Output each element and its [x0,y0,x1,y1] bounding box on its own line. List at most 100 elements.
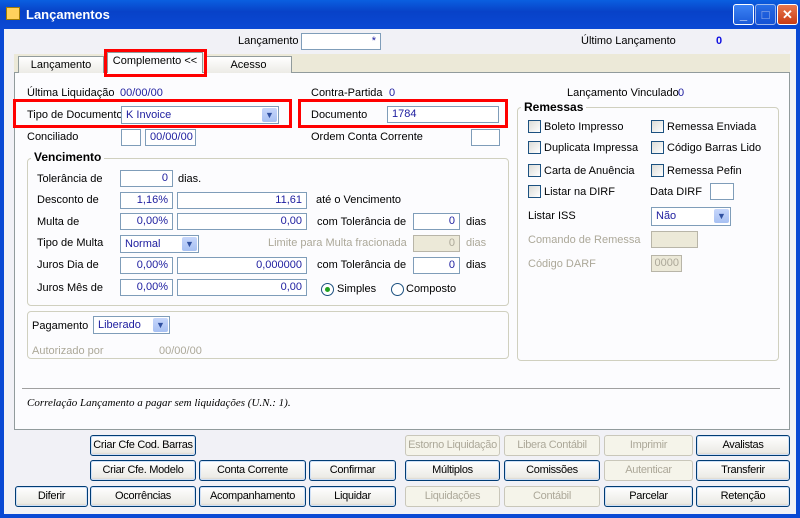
lancamento-vinculado-label: Lançamento Vinculado [567,87,679,99]
acompanhamento-button[interactable]: Acompanhamento [199,486,306,507]
simples-radio[interactable] [321,283,334,296]
tolerancia-label: Tolerância de [37,173,103,185]
juros-mes-value-input[interactable]: 0,00 [177,279,307,296]
tipo-documento-select[interactable]: K Invoice ▼ [121,106,279,124]
boleto-impresso-label: Boleto Impresso [544,121,624,133]
maximize-button[interactable]: □ [755,4,776,25]
retencao-button[interactable]: Retenção [696,486,790,507]
dias-label: dias. [178,173,202,185]
conta-corrente-button[interactable]: Conta Corrente [199,460,306,481]
limite-label: Limite para Multa fracionada [268,237,407,249]
conciliado-input[interactable] [121,129,141,146]
carta-de-anuencia-label: Carta de Anuência [544,165,635,177]
composto-radio[interactable] [391,283,404,296]
tipo-documento-label: Tipo de Documento [27,109,123,121]
ocorrencias-button[interactable]: Ocorrências [90,486,196,507]
multa-value-input[interactable]: 0,00 [177,213,307,230]
remessa-enviada-label: Remessa Enviada [667,121,757,133]
minimize-button[interactable]: _ [733,4,754,25]
codigo-barras-lido-label: Código Barras Lido [667,142,762,154]
multiplos-button[interactable]: Múltiplos [405,460,500,481]
juros-mes-pct-input[interactable]: 0,00% [120,279,173,296]
dias-label: dias [466,216,487,228]
divider [22,388,780,389]
codigo-darf-input: 0000 [651,255,682,272]
avalistas-button[interactable]: Avalistas [696,435,790,456]
juros-tolerancia-input[interactable]: 0 [413,257,460,274]
vencimento-title: Vencimento [31,150,105,164]
listar-iss-select[interactable]: Não ▼ [651,207,731,226]
window-border [796,29,800,518]
codigo-barras-lido-checkbox[interactable] [651,141,664,154]
diferir-button[interactable]: Diferir [15,486,88,507]
listar-iss-value: Não [656,210,677,222]
chevron-down-icon: ▼ [153,318,168,332]
simples-label: Simples [337,283,377,295]
liquidar-button[interactable]: Liquidar [309,486,396,507]
close-button[interactable]: ✕ [777,4,798,25]
tolerancia-input[interactable]: 0 [120,170,173,187]
duplicata-impressa-checkbox[interactable] [528,141,541,154]
listar-iss-label: Listar ISS [528,210,576,222]
duplicata-impressa-label: Duplicata Impressa [544,142,639,154]
parcelar-button[interactable]: Parcelar [604,486,693,507]
chevron-down-icon: ▼ [182,237,197,251]
desconto-label: Desconto de [37,194,99,206]
dias-label: dias [466,259,487,271]
window-border [0,514,800,518]
app-icon [6,7,20,20]
autenticar-button: Autenticar [604,460,693,481]
ordem-conta-input[interactable] [471,129,500,146]
data-dirf-input[interactable] [710,183,734,200]
lancamento-label: Lançamento [238,35,299,47]
ultima-liquidacao-label: Última Liquidação [27,87,115,99]
transferir-button[interactable]: Transferir [696,460,790,481]
window-title: Lançamentos [26,7,110,22]
juros-dia-value-input[interactable]: 0,000000 [177,257,307,274]
listar-na-dirf-label: Listar na DIRF [544,186,615,198]
libera-contabil-button: Libera Contábil [504,435,600,456]
juros-dia-label: Juros Dia de [37,259,99,271]
ordem-conta-label: Ordem Conta Corrente [311,131,423,143]
juros-dia-pct-input[interactable]: 0,00% [120,257,173,274]
documento-input[interactable]: 1784 [387,106,499,123]
estorno-liquidacao-button: Estorno Liquidação [405,435,500,456]
ultima-liquidacao-value: 00/00/00 [120,87,163,99]
desconto-value-input[interactable]: 11,61 [177,192,307,209]
listar-na-dirf-checkbox[interactable] [528,185,541,198]
desconto-pct-input[interactable]: 1,16% [120,192,173,209]
remessa-pefin-checkbox[interactable] [651,164,664,177]
confirmar-button[interactable]: Confirmar [309,460,396,481]
lancamento-input[interactable]: * [301,33,381,50]
highlight-box [104,49,207,77]
boleto-impresso-checkbox[interactable] [528,120,541,133]
com-tolerancia-label: com Tolerância de [317,259,407,271]
tipo-multa-select[interactable]: Normal ▼ [120,235,199,253]
comissoes-button[interactable]: Comissões [504,460,600,481]
tipo-documento-value: K Invoice [126,109,172,121]
contra-partida-value: 0 [389,87,396,99]
criar-cfe-modelo-button[interactable]: Criar Cfe. Modelo [90,460,196,481]
pagamento-select[interactable]: Liberado ▼ [93,316,170,334]
multa-label: Multa de [37,216,80,228]
criar-cfe-cod-barras-button[interactable]: Criar Cfe Cod. Barras [90,435,196,456]
dias-label: dias [466,237,487,249]
carta-de-anuencia-checkbox[interactable] [528,164,541,177]
title-bar: Lançamentos _ □ ✕ [0,0,800,29]
lancamento-vinculado-value: 0 [678,87,685,99]
ultimo-lancamento-value: 0 [716,35,723,47]
remessa-enviada-checkbox[interactable] [651,120,664,133]
tab-acesso[interactable]: Acesso [205,56,292,73]
multa-tolerancia-input[interactable]: 0 [413,213,460,230]
status-message: Correlação Lançamento a pagar sem liquid… [27,397,291,409]
chevron-down-icon: ▼ [262,108,277,122]
codigo-darf-label: Código DARF [528,258,596,270]
documento-label: Documento [311,109,368,121]
tab-lancamento[interactable]: Lançamento [18,56,104,73]
multa-pct-input[interactable]: 0,00% [120,213,173,230]
contra-partida-label: Contra-Partida [311,87,383,99]
conciliado-date[interactable]: 00/00/00 [145,129,196,146]
contabil-button: Contábil [504,486,600,507]
pagamento-value: Liberado [98,319,141,331]
remessas-title: Remessas [521,100,587,114]
